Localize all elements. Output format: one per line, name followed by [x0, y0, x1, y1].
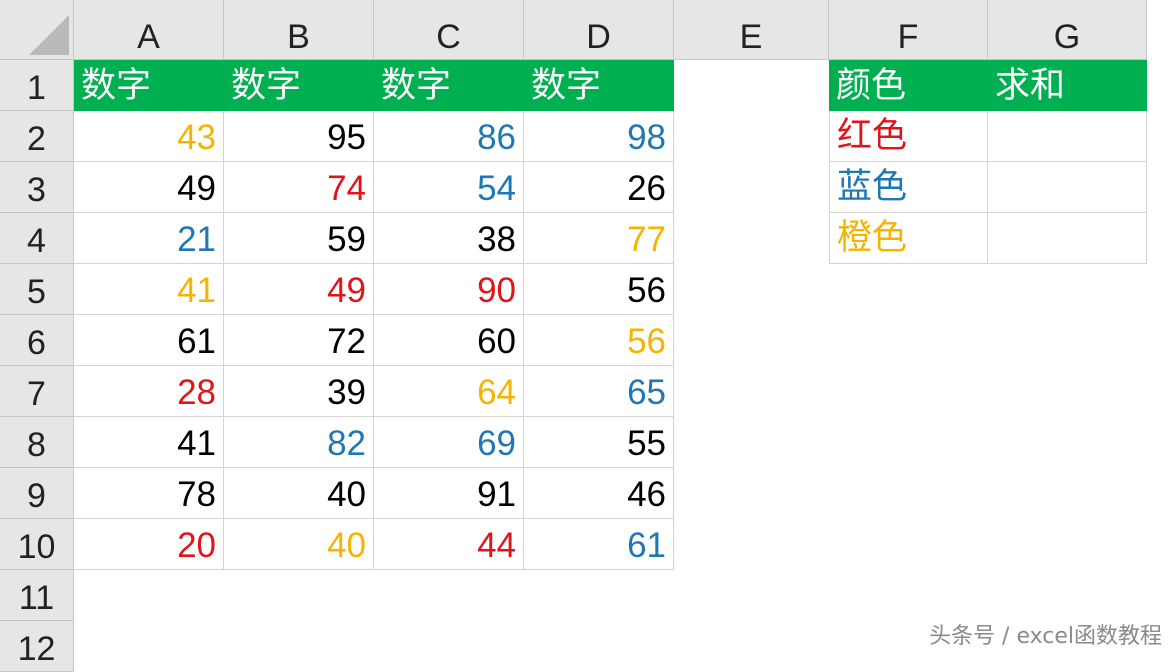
data-cell-b10[interactable]: 40: [224, 519, 374, 570]
row-header-7[interactable]: 7: [0, 366, 74, 417]
summary-sum-cell-g2[interactable]: [988, 111, 1147, 162]
data-cell-a2[interactable]: 43: [74, 111, 224, 162]
data-cell-b5[interactable]: 49: [224, 264, 374, 315]
select-all-triangle-icon: [29, 15, 69, 55]
column-header-g[interactable]: G: [988, 0, 1147, 60]
column-header-a[interactable]: A: [74, 0, 224, 60]
header-cell-a1[interactable]: 数字: [74, 60, 224, 111]
row-header-1[interactable]: 1: [0, 60, 74, 111]
data-cell-c6[interactable]: 60: [374, 315, 524, 366]
data-cell-b4[interactable]: 59: [224, 213, 374, 264]
data-cell-d5[interactable]: 56: [524, 264, 674, 315]
data-cell-b6[interactable]: 72: [224, 315, 374, 366]
data-cell-c9[interactable]: 91: [374, 468, 524, 519]
column-header-c[interactable]: C: [374, 0, 524, 60]
row-header-8[interactable]: 8: [0, 417, 74, 468]
row-header-12[interactable]: 12: [0, 621, 74, 672]
header-cell-b1[interactable]: 数字: [224, 60, 374, 111]
column-header-f[interactable]: F: [829, 0, 988, 60]
row-header-4[interactable]: 4: [0, 213, 74, 264]
summary-header-g1[interactable]: 求和: [988, 60, 1147, 111]
data-cell-c7[interactable]: 64: [374, 366, 524, 417]
watermark-text: 头条号 / excel函数教程: [929, 624, 1162, 649]
data-cell-c2[interactable]: 86: [374, 111, 524, 162]
column-header-d[interactable]: D: [524, 0, 674, 60]
data-cell-b8[interactable]: 82: [224, 417, 374, 468]
row-header-10[interactable]: 10: [0, 519, 74, 570]
data-cell-b3[interactable]: 74: [224, 162, 374, 213]
spreadsheet-grid: A B C D E F G 1 2 3 4 5 6 7 8 9 10 11 12 数字 数字 数字 数字 43 95 86 98 49…: [0, 0, 1176, 672]
row-header-9[interactable]: 9: [0, 468, 74, 519]
data-cell-d7[interactable]: 65: [524, 366, 674, 417]
data-cell-c4[interactable]: 38: [374, 213, 524, 264]
data-cell-c3[interactable]: 54: [374, 162, 524, 213]
header-cell-c1[interactable]: 数字: [374, 60, 524, 111]
summary-color-cell-f3[interactable]: 蓝色: [829, 162, 988, 213]
data-cell-a7[interactable]: 28: [74, 366, 224, 417]
data-cell-a10[interactable]: 20: [74, 519, 224, 570]
column-header-b[interactable]: B: [224, 0, 374, 60]
data-cell-a6[interactable]: 61: [74, 315, 224, 366]
data-cell-d4[interactable]: 77: [524, 213, 674, 264]
select-all-corner[interactable]: [0, 0, 74, 60]
row-header-3[interactable]: 3: [0, 162, 74, 213]
header-cell-d1[interactable]: 数字: [524, 60, 674, 111]
row-header-11[interactable]: 11: [0, 570, 74, 621]
summary-sum-cell-g3[interactable]: [988, 162, 1147, 213]
row-header-6[interactable]: 6: [0, 315, 74, 366]
data-cell-d2[interactable]: 98: [524, 111, 674, 162]
data-cell-d8[interactable]: 55: [524, 417, 674, 468]
data-cell-d10[interactable]: 61: [524, 519, 674, 570]
data-cell-b9[interactable]: 40: [224, 468, 374, 519]
data-cell-d3[interactable]: 26: [524, 162, 674, 213]
data-cell-a9[interactable]: 78: [74, 468, 224, 519]
summary-header-f1[interactable]: 颜色: [829, 60, 988, 111]
data-cell-c8[interactable]: 69: [374, 417, 524, 468]
data-cell-a5[interactable]: 41: [74, 264, 224, 315]
data-cell-d6[interactable]: 56: [524, 315, 674, 366]
row-header-2[interactable]: 2: [0, 111, 74, 162]
column-header-e[interactable]: E: [674, 0, 829, 60]
summary-sum-cell-g4[interactable]: [988, 213, 1147, 264]
summary-color-cell-f4[interactable]: 橙色: [829, 213, 988, 264]
summary-color-cell-f2[interactable]: 红色: [829, 111, 988, 162]
row-header-5[interactable]: 5: [0, 264, 74, 315]
data-cell-a4[interactable]: 21: [74, 213, 224, 264]
data-cell-a8[interactable]: 41: [74, 417, 224, 468]
data-cell-a3[interactable]: 49: [74, 162, 224, 213]
data-cell-c10[interactable]: 44: [374, 519, 524, 570]
data-cell-b7[interactable]: 39: [224, 366, 374, 417]
data-cell-c5[interactable]: 90: [374, 264, 524, 315]
data-cell-b2[interactable]: 95: [224, 111, 374, 162]
data-cell-d9[interactable]: 46: [524, 468, 674, 519]
